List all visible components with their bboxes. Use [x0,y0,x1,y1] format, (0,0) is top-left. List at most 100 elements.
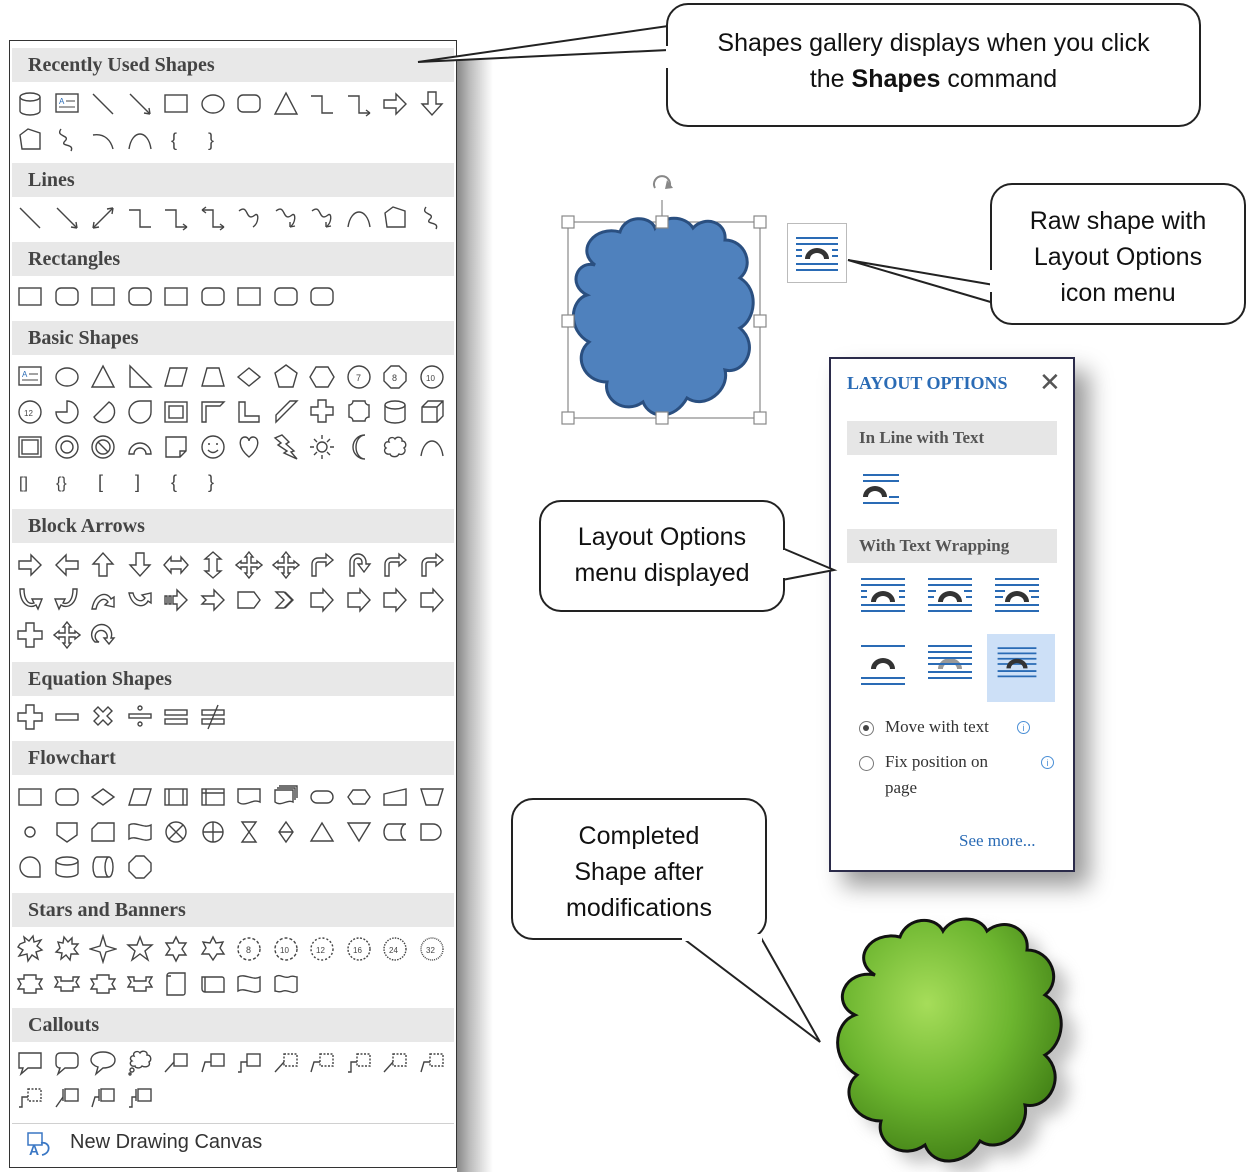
shape-rect-icon[interactable] [162,282,190,312]
shape-flowmerge-icon[interactable] [345,817,373,847]
shape-mult-icon[interactable] [89,702,117,732]
shape-callline1d-icon[interactable] [381,1048,409,1078]
shape-freeform-icon[interactable] [381,203,409,233]
shape-arc-icon[interactable] [418,432,446,462]
shape-roundrect-icon[interactable] [272,282,300,312]
shape-flowor-icon[interactable] [199,817,227,847]
shape-diamond-icon[interactable] [235,362,263,392]
shape-elbowarrow-icon[interactable] [162,203,190,233]
shape-scribble-icon[interactable] [418,203,446,233]
shape-curvearrow-icon[interactable] [272,203,300,233]
shape-arrowU-icon[interactable] [89,550,117,580]
shape-notchedR-icon[interactable] [199,585,227,615]
shape-quad-icon[interactable] [235,550,263,580]
shape-flowint-icon[interactable] [199,782,227,812]
shape-ribbon-icon[interactable] [16,969,44,999]
shape-scrollV-icon[interactable] [162,969,190,999]
shape-callline2-icon[interactable] [199,1048,227,1078]
shape-arrowD-icon[interactable] [126,550,154,580]
shape-flowstored-icon[interactable] [381,817,409,847]
shape-bent-icon[interactable] [418,550,446,580]
shape-bracepair-icon[interactable]: {} [53,467,81,497]
shape-callround-icon[interactable] [53,1048,81,1078]
shape-roundrect-icon[interactable] [308,282,336,312]
shape-flowsum-icon[interactable] [162,817,190,847]
shape-scrollH-icon[interactable] [199,969,227,999]
shape-flowdec-icon[interactable] [89,782,117,812]
shape-hex-icon[interactable] [308,362,336,392]
shape-bracket-icon[interactable]: [ [89,467,117,497]
shape-chevron2-icon[interactable] [272,585,300,615]
shape-can-icon[interactable] [16,89,44,119]
shape-callline1d-icon[interactable] [272,1048,300,1078]
wrap-inline-icon[interactable] [853,463,913,523]
shape-rarrowcallout-icon[interactable] [418,585,446,615]
shape-rarrowcallout-icon[interactable] [345,585,373,615]
shape-star4-icon[interactable] [89,934,117,964]
completed-cloud-shape[interactable] [815,905,1115,1172]
shape-rtri-icon[interactable] [126,362,154,392]
shape-para-icon[interactable] [162,362,190,392]
shape-elbow-icon[interactable] [126,203,154,233]
shape-rarrowcallout-icon[interactable] [381,585,409,615]
shape-textbox-icon[interactable]: A [53,89,81,119]
wrap-through-icon[interactable] [987,567,1047,627]
shape-sun-icon[interactable] [308,432,336,462]
shape-wave-icon[interactable] [235,969,263,999]
shape-plus-icon[interactable] [16,702,44,732]
shape-scribble-icon[interactable] [53,125,81,155]
shape-lightning-icon[interactable] [272,432,300,462]
shape-noteq-icon[interactable] [199,702,227,732]
shape-ribbon-icon[interactable] [89,969,117,999]
shape-flowmdoc-icon[interactable] [272,782,300,812]
shape-line-icon[interactable] [89,89,117,119]
move-with-text-radio[interactable] [859,721,874,736]
shape-diagstripe-icon[interactable] [272,397,300,427]
shape-curvedR-icon[interactable] [16,585,44,615]
shape-callline3d-icon[interactable] [345,1048,373,1078]
wrap-in-front-icon[interactable] [987,634,1055,702]
shape-rarrowcallout-icon[interactable] [308,585,336,615]
shape-flowtape-icon[interactable] [126,817,154,847]
shape-trap-icon[interactable] [199,362,227,392]
shape-textbox-icon[interactable]: A [16,362,44,392]
layout-options-button[interactable] [787,223,847,283]
shape-oval-icon[interactable] [53,362,81,392]
shape-brace-icon[interactable]: { [162,125,190,155]
shape-pentagon-icon[interactable] [272,362,300,392]
shape-flowman-icon[interactable] [381,782,409,812]
shape-explode1-icon[interactable] [16,934,44,964]
shape-arrowLR-icon[interactable] [162,550,190,580]
shape-bevel-icon[interactable] [16,432,44,462]
shape-noentry-icon[interactable] [89,432,117,462]
shape-oct-icon[interactable]: 8 [381,362,409,392]
shape-callrect-icon[interactable] [16,1048,44,1078]
shape-roundrect-icon[interactable] [235,89,263,119]
shape-oval-icon[interactable] [199,89,227,119]
shape-explode2-icon[interactable] [53,934,81,964]
shape-smiley-icon[interactable] [199,432,227,462]
shape-bracer-icon[interactable]: } [199,125,227,155]
shape-elbow-icon[interactable] [308,89,336,119]
shape-callbar2-icon[interactable] [89,1083,117,1113]
shape-elbowdbl-icon[interactable] [199,203,227,233]
shape-seal10-icon[interactable]: 10 [272,934,300,964]
shape-flowcard-icon[interactable] [89,817,117,847]
shape-arcsmall-icon[interactable] [89,125,117,155]
shape-star7-icon[interactable] [199,934,227,964]
shape-chord-icon[interactable] [89,397,117,427]
shape-flowalt-icon[interactable] [53,782,81,812]
shape-quad-icon[interactable] [271,550,300,580]
shape-curvedD-icon[interactable] [126,585,154,615]
shape-moon-icon[interactable] [345,432,373,462]
new-drawing-canvas-button[interactable]: A New Drawing Canvas [18,1127,448,1163]
shape-curvearrow-icon[interactable] [308,203,336,233]
shape-seal12-icon[interactable]: 12 [308,934,336,964]
fix-position-radio[interactable] [859,756,874,771]
shape-bent-icon[interactable] [308,550,336,580]
see-more-link[interactable]: See more... [959,831,1035,851]
wrap-top-bottom-icon[interactable] [853,634,913,694]
shape-stripedR-icon[interactable] [162,585,190,615]
shape-flowsort-icon[interactable] [272,817,300,847]
shape-divide-icon[interactable] [126,702,154,732]
